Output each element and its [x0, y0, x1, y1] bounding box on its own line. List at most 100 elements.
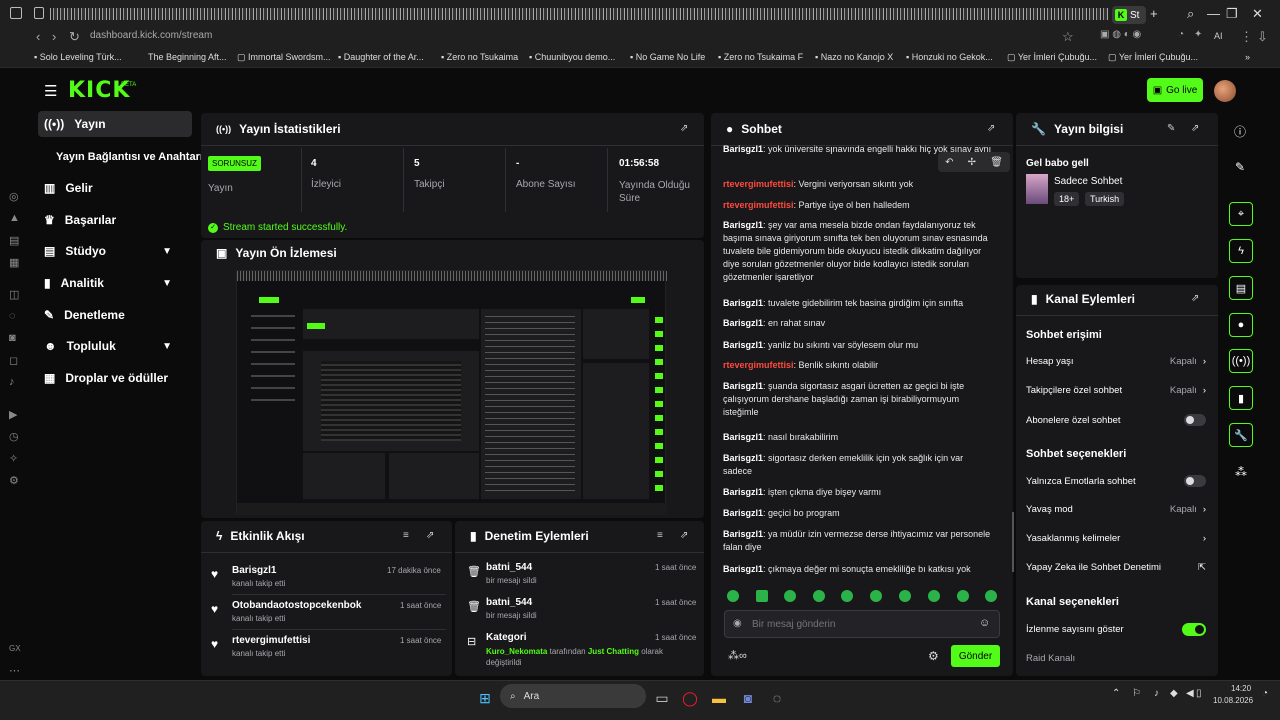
- send-button[interactable]: Gönder: [951, 645, 1000, 667]
- sidebar-item-revenue[interactable]: ▥ Gelir: [38, 175, 198, 201]
- account-age-row[interactable]: Hesap yaşı Kapalı ›: [1026, 356, 1206, 367]
- edit-icon[interactable]: ✎: [1167, 123, 1175, 134]
- chat-username[interactable]: Barisgzl1: [723, 340, 763, 350]
- sidebar-item-community[interactable]: ☻ Topluluk ▼: [38, 333, 188, 359]
- new-tab-button[interactable]: +: [1150, 6, 1158, 21]
- chat-message[interactable]: rtevergimufettisi: Partiye üye ol ben ha…: [723, 199, 993, 212]
- chat-username[interactable]: Barisgzl1: [723, 220, 763, 230]
- ai-button[interactable]: AI: [1214, 31, 1223, 41]
- windows-start-icon[interactable]: ⊞: [474, 687, 496, 709]
- chat-message[interactable]: Barisgzl1: çıkmaya değer mi sonuçta emek…: [723, 563, 993, 576]
- chat-username[interactable]: Barisgzl1: [723, 432, 763, 442]
- tiktok-icon[interactable]: ♪: [9, 376, 15, 388]
- game-link[interactable]: Just Chatting: [588, 647, 639, 656]
- bookmark[interactable]: ▪ Zero no Tsukaima: [441, 52, 518, 62]
- emoji-icon[interactable]: ☺: [979, 617, 990, 629]
- chat-username[interactable]: Barisgzl1: [723, 453, 763, 463]
- active-tab[interactable]: K St: [1112, 6, 1146, 24]
- tab-actions-icon[interactable]: [10, 7, 22, 19]
- opera-gx-icon[interactable]: ◯: [679, 687, 701, 709]
- gx-icon[interactable]: GX: [9, 644, 21, 653]
- sidebar-item-stream[interactable]: ((•)) Yayın: [38, 111, 192, 137]
- sidebar-item-studio[interactable]: ▤ Stüdyo ▼: [38, 238, 188, 264]
- chat-username[interactable]: Barisgzl1: [723, 298, 763, 308]
- emote-icon[interactable]: [928, 590, 940, 602]
- popout-icon[interactable]: ⇗: [1191, 293, 1199, 304]
- filter-icon[interactable]: ≡: [403, 530, 409, 541]
- actor-link[interactable]: Kuro_Nekomata: [486, 647, 547, 656]
- activity-user[interactable]: Barisgzl1: [232, 565, 276, 576]
- chat-settings-icon[interactable]: ⚙: [928, 649, 939, 663]
- twitch-icon[interactable]: ◫: [9, 288, 19, 301]
- edit-icon[interactable]: ✎: [1235, 160, 1245, 174]
- popout-icon[interactable]: ⇗: [1191, 123, 1199, 134]
- tray-chevron-icon[interactable]: ⌃: [1112, 688, 1120, 699]
- widget-button[interactable]: 🔧: [1229, 423, 1253, 447]
- reply-icon[interactable]: ↶: [945, 157, 953, 168]
- tray-app-icon[interactable]: ⚐: [1132, 688, 1141, 699]
- sidebar-item-drops[interactable]: ▦ Droplar ve ödüller: [38, 365, 198, 391]
- instagram-icon[interactable]: ◻: [9, 354, 18, 367]
- widget-button[interactable]: ▮: [1229, 386, 1253, 410]
- battery-icon[interactable]: ▯: [1196, 688, 1202, 699]
- banned-words-row[interactable]: Yasaklanmış kelimeler ›: [1026, 533, 1206, 544]
- discord-icon[interactable]: ◙: [9, 332, 16, 344]
- bookmark[interactable]: ▪ Daughter of the Ar...: [338, 52, 424, 62]
- emote-icon[interactable]: [813, 590, 825, 602]
- emote-only-toggle[interactable]: [1184, 475, 1206, 487]
- chat-users-icon[interactable]: ⁂∞: [728, 649, 747, 662]
- bookmarks-more-icon[interactable]: »: [1245, 52, 1250, 62]
- chat-username[interactable]: Barisgzl1: [723, 564, 763, 574]
- go-live-button[interactable]: ▣ Go live: [1147, 78, 1203, 102]
- chat-username[interactable]: Barisgzl1: [723, 529, 763, 539]
- network-icon[interactable]: ◆: [1170, 688, 1178, 699]
- filter-icon[interactable]: ≡: [657, 530, 663, 541]
- sidebar-item-analytics[interactable]: ▮ Analitik ▼: [38, 270, 188, 296]
- clock-time[interactable]: 14:20: [1231, 684, 1251, 693]
- chat-message[interactable]: Barisgzl1: en rahat sınav: [723, 317, 993, 330]
- raid-row[interactable]: Raid Kanalı: [1026, 653, 1206, 664]
- reload-icon[interactable]: ↻: [69, 29, 80, 45]
- emote-icon[interactable]: [957, 590, 969, 602]
- settings-icon[interactable]: ⚙: [9, 474, 19, 487]
- chat-username[interactable]: rtevergimufettisi: [723, 179, 794, 189]
- microphone-icon[interactable]: ♪: [1154, 688, 1159, 699]
- chat-input[interactable]: [752, 614, 972, 634]
- bookmark[interactable]: ▪ Chuunibyou demo...: [529, 52, 615, 62]
- bookmark-folder[interactable]: ▢ Yer İmleri Çubuğu...: [1108, 52, 1198, 63]
- maximize-button[interactable]: ❐: [1226, 6, 1238, 22]
- notifications-icon[interactable]: ◔: [1262, 688, 1268, 699]
- taskbar-search[interactable]: ⌕ Ara: [500, 684, 646, 708]
- chat-username[interactable]: rtevergimufettisi: [723, 200, 794, 210]
- browser-tabs[interactable]: [50, 8, 1110, 20]
- chat-message[interactable]: rtevergimufettisi: Benlik sıkıntı olabil…: [723, 359, 993, 372]
- popout-icon[interactable]: ⇗: [426, 530, 434, 541]
- bookmark[interactable]: The Beginning Aft...: [148, 52, 227, 62]
- player-icon[interactable]: ▶: [9, 408, 17, 421]
- chat-username[interactable]: rtevergimufettisi: [723, 360, 794, 370]
- emote-icon[interactable]: [784, 590, 796, 602]
- close-window-button[interactable]: ✕: [1252, 6, 1263, 22]
- emote-icon[interactable]: [985, 590, 997, 602]
- file-explorer-icon[interactable]: ▬: [708, 687, 730, 709]
- chat-message[interactable]: Barisgzl1: şey var ama mesela bizde onda…: [723, 219, 993, 284]
- extension-icons[interactable]: ▣ ◍ ◐ ◉: [1100, 29, 1141, 40]
- emote-icon[interactable]: [841, 590, 853, 602]
- bookmark[interactable]: ▪ Nazo no Kanojo X: [815, 52, 893, 62]
- chat-username[interactable]: Barisgzl1: [723, 144, 763, 154]
- task-view-icon[interactable]: ▭: [651, 687, 673, 709]
- emote-icon[interactable]: [727, 590, 739, 602]
- chat-message[interactable]: Barisgzl1: tuvalete gidebilirim tek basi…: [723, 297, 993, 310]
- avatar[interactable]: [1214, 80, 1236, 102]
- chat-username[interactable]: Barisgzl1: [723, 487, 763, 497]
- chat-message[interactable]: Barisgzl1: şuanda sigortasız asgari ücre…: [723, 380, 993, 419]
- sidebar-item-achievements[interactable]: ♛ Başarılar: [38, 207, 198, 233]
- slow-mode-row[interactable]: Yavaş mod Kapalı ›: [1026, 504, 1206, 515]
- chat-scrollbar[interactable]: [1012, 512, 1014, 572]
- chat-message[interactable]: Barisgzl1: ya müdür izin vermezse derse …: [723, 528, 993, 554]
- widget-button[interactable]: ((•)): [1229, 349, 1253, 373]
- chat-username[interactable]: Barisgzl1: [723, 508, 763, 518]
- bookmark[interactable]: ▪ No Game No Life: [630, 52, 705, 62]
- chat-message[interactable]: Barisgzl1: nasıl bırakabilirim: [723, 431, 993, 444]
- emote-icon[interactable]: [870, 590, 882, 602]
